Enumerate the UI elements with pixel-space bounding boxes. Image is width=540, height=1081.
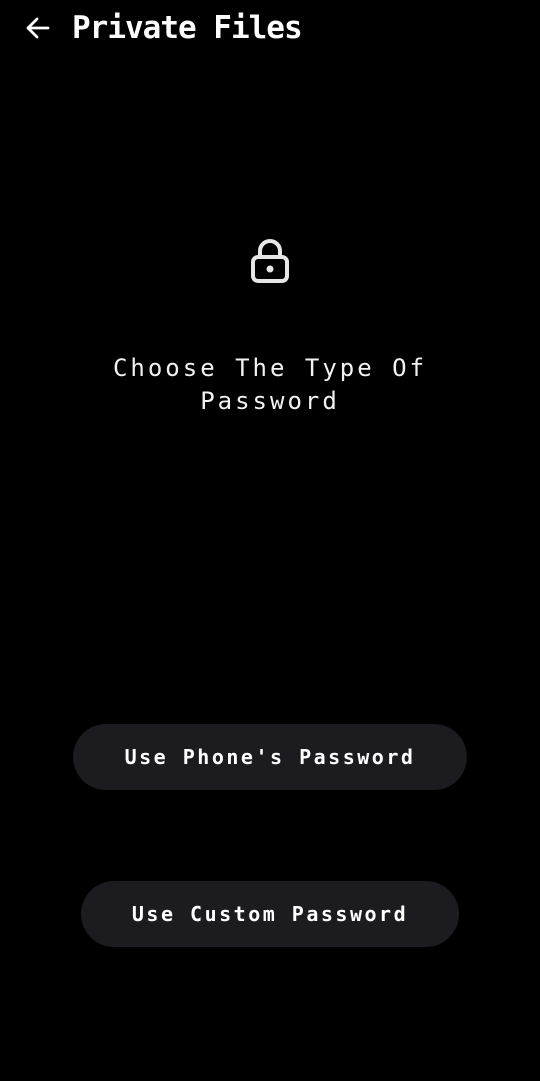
page-title: Private Files: [72, 10, 303, 46]
back-button[interactable]: [20, 10, 56, 46]
use-phone-password-button[interactable]: Use Phone's Password: [73, 724, 467, 790]
app-bar: Private Files: [0, 0, 540, 58]
use-custom-password-label: Use Custom Password: [131, 902, 409, 926]
use-custom-password-button[interactable]: Use Custom Password: [81, 881, 459, 947]
use-phone-password-label: Use Phone's Password: [124, 745, 416, 769]
lock-icon: [248, 236, 292, 284]
password-type-prompt: Choose The Type Of Password: [112, 354, 428, 415]
arrow-left-icon: [26, 17, 50, 39]
